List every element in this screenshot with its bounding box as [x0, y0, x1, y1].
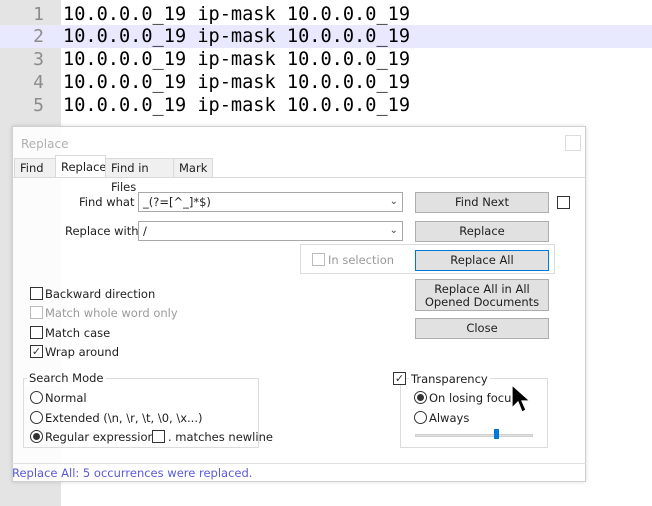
search-mode-extended-radio[interactable]	[30, 411, 43, 424]
chevron-down-icon[interactable]: ⌄	[390, 193, 398, 211]
transparency-checkbox[interactable]: ✓	[393, 372, 406, 385]
search-mode-regex-label: Regular expression	[45, 430, 155, 444]
on-losing-focus-radio[interactable]	[414, 391, 427, 404]
line-text[interactable]: 10.0.0.0_19 ip-mask 10.0.0.0_19	[63, 71, 410, 94]
replace-with-label: Replace with :	[65, 224, 147, 238]
replace-with-input[interactable]: / ⌄	[138, 221, 403, 241]
search-mode-title: Search Mode	[27, 371, 106, 385]
line-text[interactable]: 10.0.0.0_19 ip-mask 10.0.0.0_19	[63, 25, 410, 48]
dialog-close-button[interactable]	[565, 135, 581, 151]
line-number: 2	[33, 26, 44, 47]
replace-with-value: /	[143, 224, 147, 238]
replace-button[interactable]: Replace	[415, 221, 549, 242]
dialog-title: Replace	[21, 137, 69, 151]
replace-all-opened-button[interactable]: Replace All in All Opened Documents	[415, 279, 549, 311]
status-message: Replace All: 5 occurrences were replaced…	[12, 466, 253, 480]
backward-direction-checkbox[interactable]	[30, 287, 43, 300]
line-number: 4	[33, 72, 44, 93]
tab-replace[interactable]: Replace	[55, 155, 107, 178]
editor-line-current[interactable]: 2 10.0.0.0_19 ip-mask 10.0.0.0_19	[0, 25, 652, 48]
line-number: 1	[33, 4, 44, 25]
transparency-slider[interactable]	[415, 434, 533, 437]
search-mode-normal-radio[interactable]	[30, 391, 43, 404]
transparency-label: Transparency	[409, 372, 490, 386]
tab-divider	[12, 177, 586, 178]
match-case-label: Match case	[45, 326, 111, 340]
find-what-label: Find what :	[79, 195, 142, 209]
line-number: 5	[33, 95, 44, 116]
find-what-input[interactable]: _(?=[^_]*$) ⌄	[138, 192, 403, 212]
transparency-slider-thumb[interactable]	[494, 429, 499, 439]
in-selection-label: In selection	[328, 253, 395, 267]
line-text[interactable]: 10.0.0.0_19 ip-mask 10.0.0.0_19	[63, 48, 410, 71]
match-whole-word-label: Match whole word only	[45, 306, 178, 320]
editor-line[interactable]: 4 10.0.0.0_19 ip-mask 10.0.0.0_19	[0, 71, 652, 94]
tab-find-in-files[interactable]: Find in Files	[105, 158, 174, 194]
matches-newline-checkbox[interactable]	[152, 430, 165, 443]
always-label: Always	[429, 411, 470, 425]
matches-newline-label: . matches newline	[168, 430, 273, 444]
tab-find[interactable]: Find	[14, 158, 56, 177]
chevron-down-icon[interactable]: ⌄	[390, 222, 398, 240]
status-bar: Replace All: 5 occurrences were replaced…	[12, 463, 586, 482]
text-editor[interactable]: 1 10.0.0.0_19 ip-mask 10.0.0.0_19 2 10.0…	[0, 0, 652, 120]
search-mode-normal-label: Normal	[45, 391, 87, 405]
close-button[interactable]: Close	[415, 318, 549, 339]
match-whole-word-checkbox[interactable]	[30, 306, 43, 319]
find-next-option-checkbox[interactable]	[557, 196, 570, 209]
mouse-cursor-icon	[511, 384, 532, 413]
editor-line[interactable]: 5 10.0.0.0_19 ip-mask 10.0.0.0_19	[0, 94, 652, 117]
in-selection-checkbox[interactable]	[312, 253, 325, 266]
line-text[interactable]: 10.0.0.0_19 ip-mask 10.0.0.0_19	[63, 3, 410, 26]
search-mode-extended-label: Extended (\n, \r, \t, \0, \x...)	[45, 411, 203, 425]
replace-all-button[interactable]: Replace All	[415, 250, 549, 271]
on-losing-focus-label: On losing focus	[429, 391, 518, 405]
editor-line[interactable]: 1 10.0.0.0_19 ip-mask 10.0.0.0_19	[0, 3, 652, 26]
match-case-checkbox[interactable]	[30, 326, 43, 339]
line-number: 3	[33, 49, 44, 70]
line-text[interactable]: 10.0.0.0_19 ip-mask 10.0.0.0_19	[63, 94, 410, 117]
tab-mark[interactable]: Mark	[173, 158, 213, 177]
search-mode-regex-radio[interactable]	[30, 430, 43, 443]
wrap-around-label: Wrap around	[45, 345, 120, 359]
wrap-around-checkbox[interactable]: ✓	[30, 345, 43, 358]
always-radio[interactable]	[414, 411, 427, 424]
find-what-value: _(?=[^_]*$)	[143, 195, 211, 209]
find-next-button[interactable]: Find Next	[415, 192, 549, 213]
backward-direction-label: Backward direction	[45, 287, 156, 301]
editor-line[interactable]: 3 10.0.0.0_19 ip-mask 10.0.0.0_19	[0, 48, 652, 71]
